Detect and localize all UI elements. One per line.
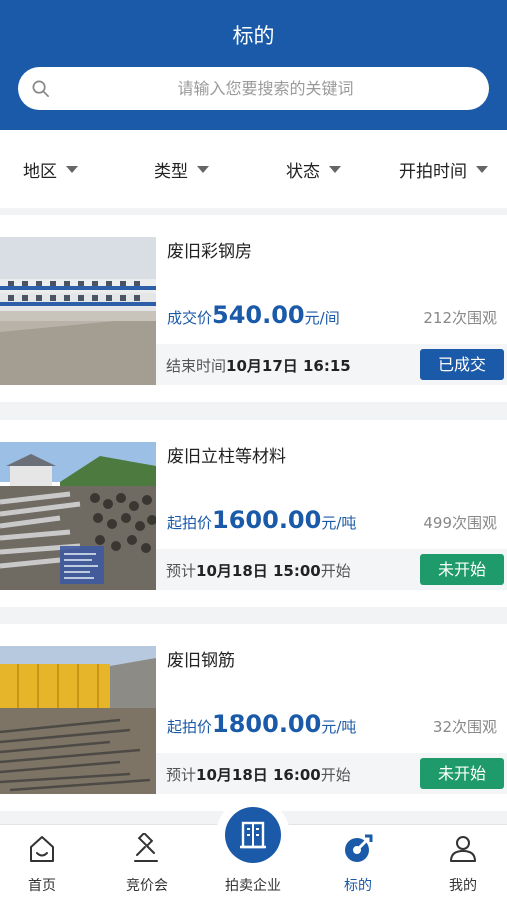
time-value: 10月18日 15:00: [196, 562, 321, 580]
time-prefix: 预计: [166, 562, 197, 580]
lot-title[interactable]: 废旧彩钢房: [167, 237, 252, 262]
app-header: 标的: [0, 0, 507, 130]
auction-companies-button[interactable]: [216, 798, 290, 872]
time-prefix: 结束时间: [166, 357, 227, 375]
filter-label: 地区: [23, 161, 57, 182]
price-unit: 元/间: [304, 309, 340, 327]
price-label: 起拍价: [167, 718, 213, 736]
filter-label: 类型: [154, 161, 188, 182]
target-icon: [345, 834, 373, 862]
user-icon: [450, 836, 476, 862]
building-icon: [240, 821, 266, 849]
lot-price: 起拍价 1600.00 元/吨: [167, 506, 356, 534]
status-badge: 未开始: [420, 554, 504, 585]
filter-label: 开拍时间: [399, 161, 467, 182]
time-bar: 结束时间10月17日 16:15 已成交: [156, 344, 507, 385]
lot-card[interactable]: 废旧立柱等材料 起拍价 1600.00 元/吨 499次围观 预计10月18日 …: [0, 420, 507, 607]
price-unit: 元/吨: [321, 514, 357, 532]
price-label: 成交价: [167, 309, 213, 327]
time-bar: 预计10月18日 16:00开始 未开始: [156, 753, 507, 794]
caret-down-icon: [66, 165, 78, 173]
time-bar: 预计10月18日 15:00开始 未开始: [156, 549, 507, 590]
time-text: 结束时间10月17日 16:15: [166, 355, 351, 376]
tab-label: 拍卖企业: [225, 878, 281, 894]
filter-status[interactable]: 状态: [286, 156, 341, 182]
time-text: 预计10月18日 15:00开始: [166, 560, 351, 581]
lot-card[interactable]: 废旧钢筋 起拍价 1800.00 元/吨 32次围观 预计10月18日 16:0…: [0, 624, 507, 811]
status-badge: 已成交: [420, 349, 504, 380]
home-icon: [30, 836, 54, 862]
tab-label: 竞价会: [126, 878, 168, 894]
price-value: 540.00: [212, 301, 305, 329]
center-button-circle: [225, 807, 281, 863]
view-count: 499次围观: [423, 514, 497, 532]
time-value: 10月17日 16:15: [226, 357, 351, 375]
lot-price: 成交价 540.00 元/间: [167, 301, 340, 329]
price-label: 起拍价: [167, 514, 213, 532]
view-count: 32次围观: [432, 718, 497, 736]
lot-price: 起拍价 1800.00 元/吨: [167, 710, 356, 738]
filter-region[interactable]: 地区: [23, 156, 78, 182]
filter-label: 状态: [286, 161, 320, 182]
search-bar[interactable]: [18, 67, 489, 110]
caret-down-icon: [197, 165, 209, 173]
caret-down-icon: [476, 165, 488, 173]
time-suffix: 开始: [320, 766, 351, 784]
tab-home[interactable]: 首页: [0, 825, 92, 900]
gavel-icon: [134, 833, 158, 862]
time-text: 预计10月18日 16:00开始: [166, 764, 351, 785]
price-value: 1800.00: [212, 710, 322, 738]
search-input[interactable]: [58, 67, 473, 110]
tab-lots[interactable]: 标的: [308, 825, 408, 900]
lot-card[interactable]: 废旧彩钢房 成交价 540.00 元/间 212次围观 结束时间10月17日 1…: [0, 215, 507, 402]
lot-title[interactable]: 废旧立柱等材料: [167, 442, 286, 467]
time-suffix: 开始: [320, 562, 351, 580]
tab-mine[interactable]: 我的: [413, 825, 507, 900]
caret-down-icon: [329, 165, 341, 173]
time-prefix: 预计: [166, 766, 197, 784]
lot-image[interactable]: [0, 442, 156, 590]
tab-auction-meeting[interactable]: 竞价会: [97, 825, 197, 900]
filter-type[interactable]: 类型: [154, 156, 209, 182]
tab-label: 标的: [344, 878, 372, 894]
filter-start-time[interactable]: 开拍时间: [399, 156, 488, 182]
tab-label: 首页: [28, 878, 56, 894]
time-value: 10月18日 16:00: [196, 766, 321, 784]
price-unit: 元/吨: [321, 718, 357, 736]
lot-title[interactable]: 废旧钢筋: [167, 646, 235, 671]
view-count: 212次围观: [423, 309, 497, 327]
lot-image[interactable]: [0, 237, 156, 385]
status-badge: 未开始: [420, 758, 504, 789]
filter-bar: 地区 类型 状态 开拍时间: [0, 130, 507, 208]
search-icon: [32, 80, 49, 97]
page-title: 标的: [232, 24, 275, 48]
tab-label: 我的: [449, 878, 477, 894]
price-value: 1600.00: [212, 506, 322, 534]
lot-image[interactable]: [0, 646, 156, 794]
